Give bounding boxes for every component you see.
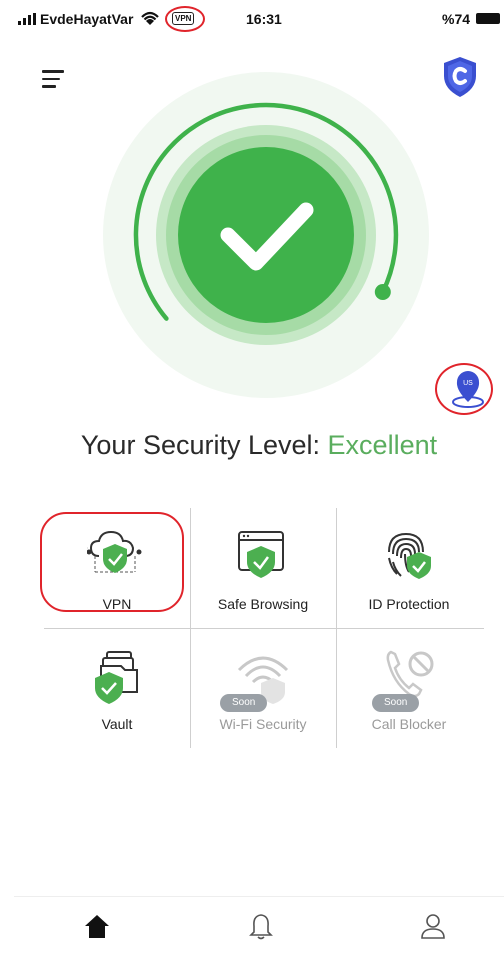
bell-icon[interactable] [246, 911, 276, 941]
soon-badge: Soon [220, 694, 268, 712]
status-time: 16:31 [246, 11, 282, 27]
feature-label: ID Protection [368, 596, 450, 612]
security-gauge [103, 72, 429, 398]
app-screen: EvdeHayatVar VPN 16:31 %74 US Your Secur… [14, 0, 504, 954]
hamburger-menu-icon[interactable] [42, 70, 64, 88]
feature-label: Vault [101, 716, 133, 732]
fingerprint-shield-icon [388, 532, 431, 579]
wifi-icon [141, 11, 159, 25]
battery-percent: %74 [442, 11, 471, 27]
carrier-name: EvdeHayatVar [40, 11, 134, 27]
battery-icon [476, 13, 500, 24]
feature-label: Safe Browsing [217, 596, 309, 612]
vpn-badge-annotation [165, 6, 205, 32]
feature-safe-browsing[interactable]: Safe Browsing [190, 508, 336, 628]
feature-wifi-security: Soon Wi-Fi Security [190, 628, 336, 748]
shield-c-logo-icon[interactable] [442, 56, 478, 98]
feature-vault[interactable]: Vault [44, 628, 190, 748]
soon-badge: Soon [372, 694, 420, 712]
folder-shield-icon [95, 651, 138, 704]
security-level-label: Your Security Level: [80, 430, 321, 460]
browser-shield-icon [238, 531, 284, 578]
bottom-nav [14, 896, 504, 955]
signal-icon [18, 13, 36, 25]
feature-label: Call Blocker [371, 716, 447, 732]
feature-call-blocker: Soon Call Blocker [336, 628, 482, 748]
gauge-core [178, 147, 354, 323]
home-icon[interactable] [82, 911, 112, 941]
security-level-text: Your Security Level: Excellent [14, 430, 504, 461]
location-annotation [435, 363, 493, 415]
profile-icon[interactable] [418, 911, 448, 941]
security-level-value: Excellent [327, 430, 438, 460]
status-bar: EvdeHayatVar VPN 16:31 %74 [14, 0, 504, 38]
vpn-feature-annotation [40, 512, 184, 612]
gauge-progress-dot [374, 284, 391, 300]
feature-id-protection[interactable]: ID Protection [336, 508, 482, 628]
feature-label: Wi-Fi Security [219, 716, 307, 732]
